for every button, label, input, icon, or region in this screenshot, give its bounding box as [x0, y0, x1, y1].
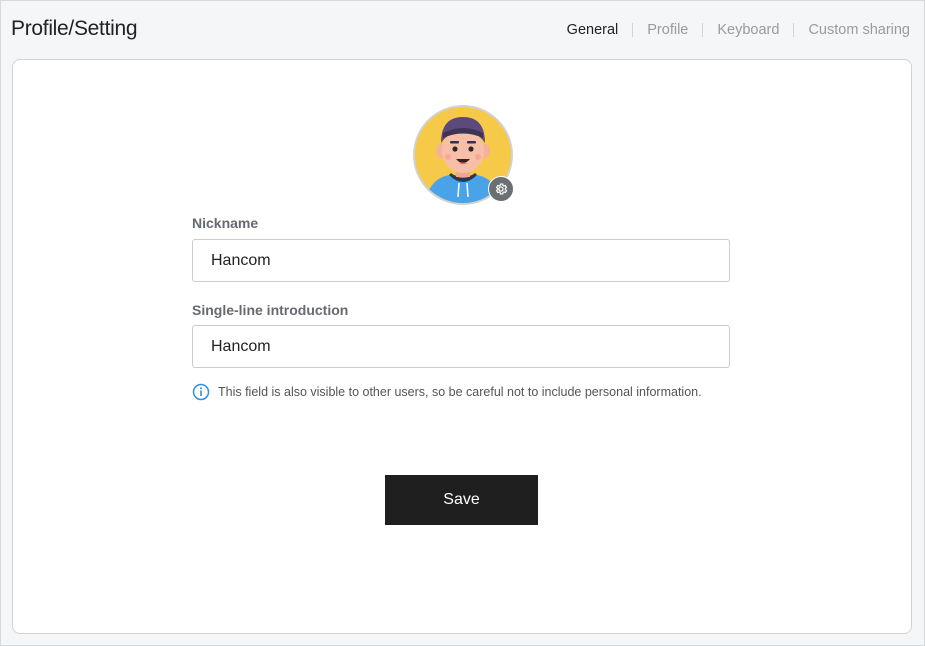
- tab-divider: [793, 23, 795, 37]
- tab-general[interactable]: General: [567, 22, 619, 38]
- privacy-notice: This field is also visible to other user…: [192, 383, 702, 401]
- page-title: Profile/Setting: [11, 17, 138, 40]
- profile-card: Nickname Single-line introduction This f…: [12, 59, 912, 634]
- gear-icon: [495, 183, 508, 195]
- tab-divider: [632, 23, 634, 37]
- tab-custom-sharing[interactable]: Custom sharing: [808, 22, 910, 38]
- nickname-input[interactable]: [192, 239, 730, 282]
- nickname-label: Nickname: [192, 215, 259, 231]
- tab-profile[interactable]: Profile: [647, 22, 688, 38]
- info-icon: [192, 383, 210, 401]
- notice-text: This field is also visible to other user…: [218, 385, 702, 399]
- tab-divider: [702, 23, 704, 37]
- save-button[interactable]: Save: [385, 475, 538, 525]
- intro-input[interactable]: [192, 325, 730, 368]
- tab-keyboard[interactable]: Keyboard: [717, 22, 779, 38]
- settings-window: Profile/Setting General Profile Keyboard…: [0, 0, 925, 646]
- intro-label: Single-line introduction: [192, 302, 349, 318]
- settings-tabs: General Profile Keyboard Custom sharing: [567, 22, 910, 38]
- avatar-settings-button[interactable]: [488, 176, 514, 202]
- avatar-container[interactable]: [413, 105, 514, 205]
